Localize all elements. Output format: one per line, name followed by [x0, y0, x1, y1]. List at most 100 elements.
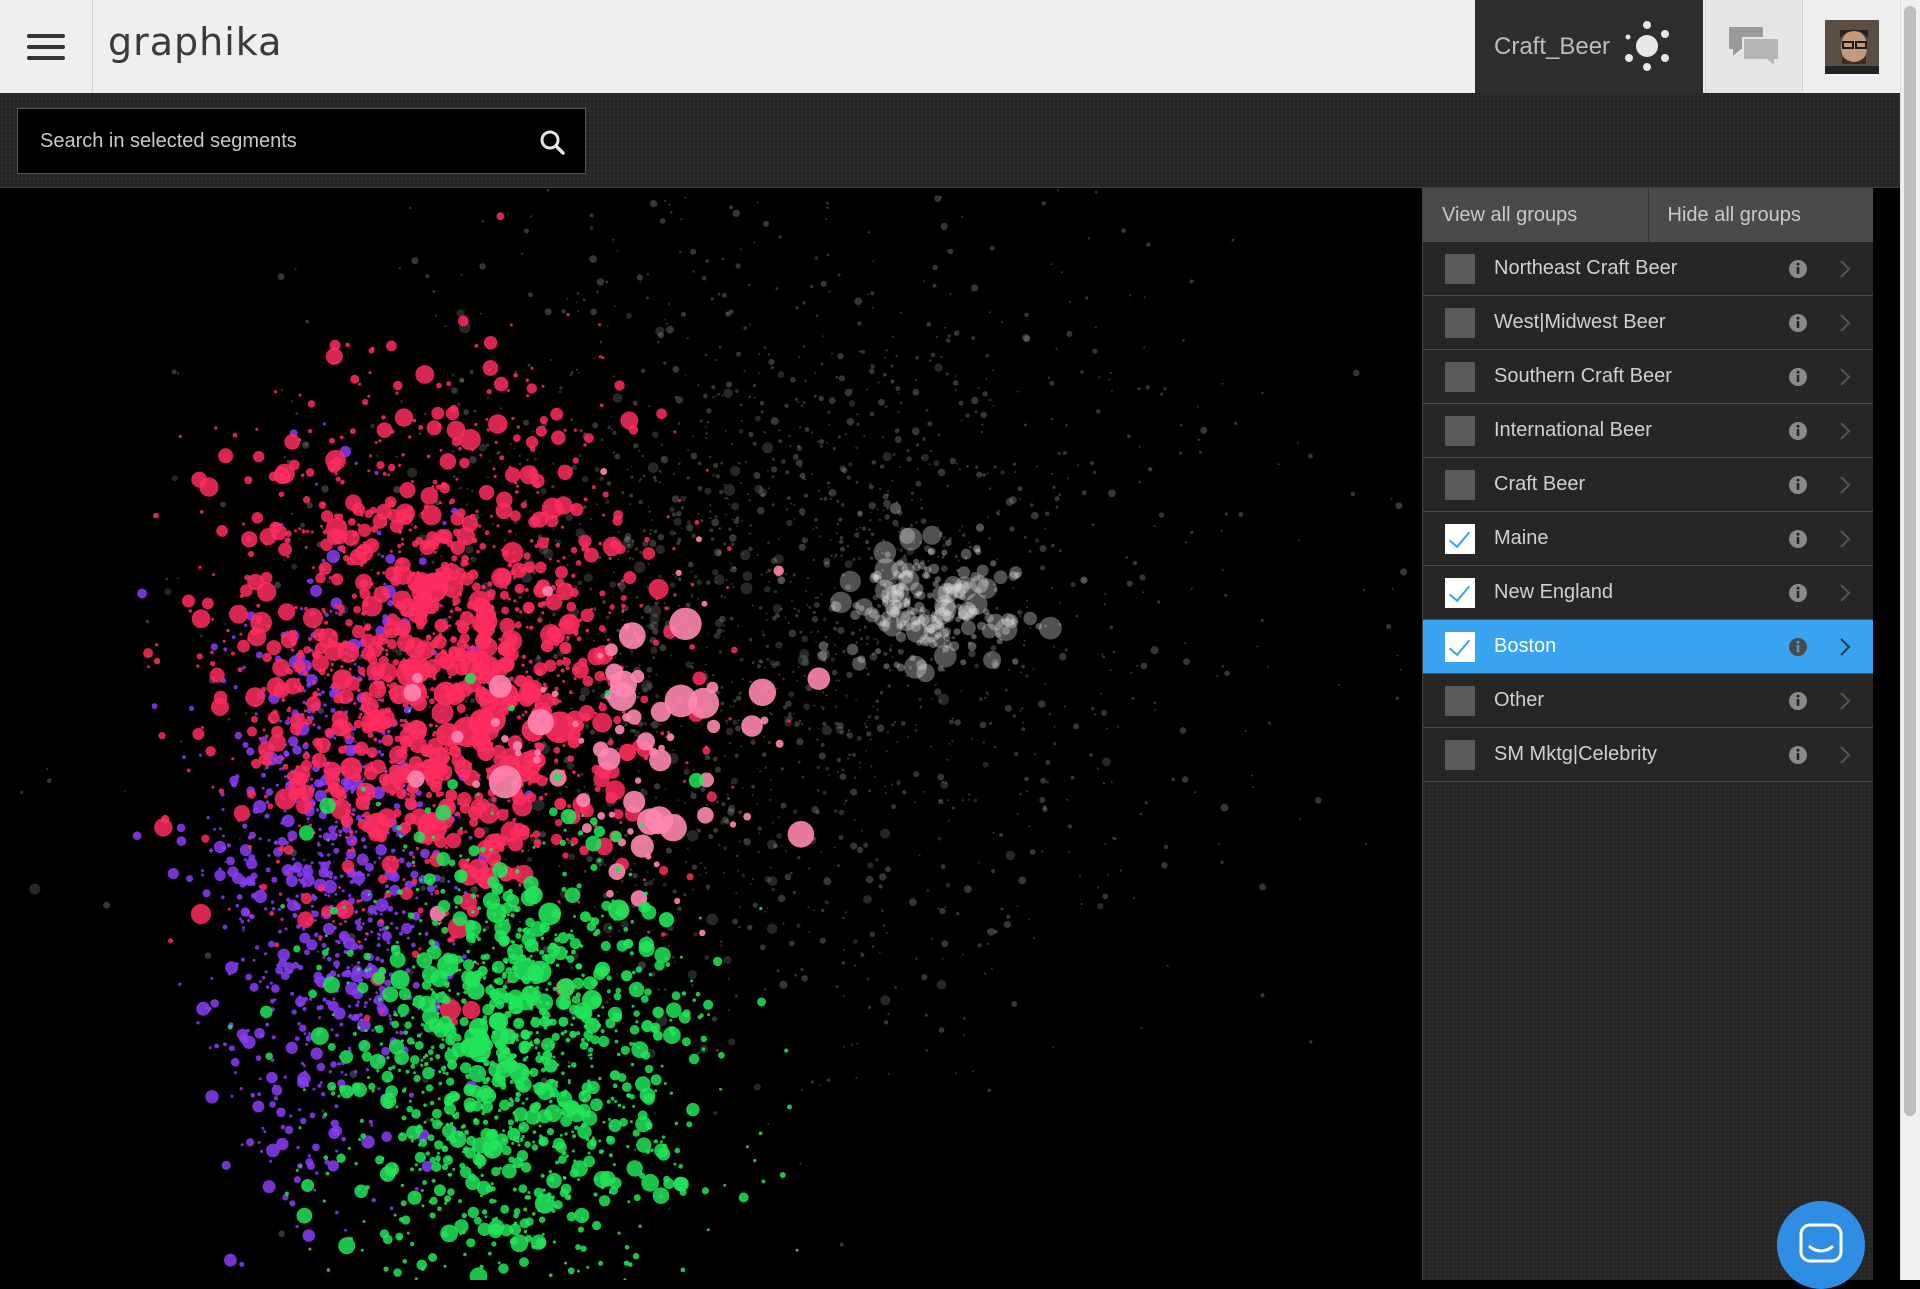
- red-node: [372, 542, 376, 547]
- scrollbar-thumb[interactable]: [1904, 6, 1916, 1116]
- gray-node: [1089, 753, 1093, 757]
- gray-node: [833, 809, 838, 813]
- purple-node: [348, 853, 352, 857]
- red-node: [560, 525, 565, 529]
- red-node: [370, 525, 379, 533]
- purple-node: [297, 964, 304, 971]
- network-map-canvas[interactable]: [0, 189, 1422, 1280]
- red-node: [380, 1009, 384, 1014]
- gray-node: [801, 1088, 804, 1091]
- gray-node: [692, 435, 695, 438]
- gray-node: [932, 283, 937, 288]
- purple-node: [273, 998, 277, 1002]
- gray-node: [934, 688, 942, 696]
- gray-node: [855, 698, 858, 701]
- gray-node: [720, 820, 725, 825]
- gray-node: [307, 821, 310, 824]
- purple-node: [395, 926, 399, 930]
- red-node: [452, 637, 456, 641]
- gray-node: [1171, 777, 1176, 782]
- gray-node: [785, 470, 790, 475]
- gray-node: [839, 773, 847, 780]
- search-input[interactable]: [18, 109, 585, 173]
- pink-node: [627, 828, 634, 835]
- purple-node: [355, 1003, 359, 1008]
- gray-node: [763, 346, 767, 349]
- gray-node: [518, 655, 521, 658]
- gray-node: [858, 628, 862, 632]
- app-logo[interactable]: graphika: [108, 20, 282, 64]
- gray-node: [458, 471, 461, 474]
- red-node: [331, 631, 337, 637]
- red-node: [545, 777, 549, 781]
- purple-node: [408, 850, 414, 857]
- red-node: [551, 430, 566, 445]
- red-node: [290, 712, 306, 729]
- user-menu[interactable]: [1802, 0, 1900, 93]
- purple-node: [410, 870, 419, 879]
- red-node: [218, 448, 234, 464]
- gray-node: [614, 656, 617, 659]
- purple-node: [401, 910, 406, 915]
- search-box[interactable]: [17, 108, 586, 174]
- red-node: [191, 609, 211, 629]
- gray-node: [926, 889, 930, 892]
- red-node: [186, 768, 191, 773]
- purple-node: [261, 772, 266, 778]
- gray-node: [641, 454, 644, 458]
- gray-node: [819, 439, 825, 445]
- red-node: [434, 618, 449, 633]
- gray-node: [470, 886, 478, 894]
- red-node: [398, 550, 402, 554]
- red-node: [558, 506, 562, 510]
- gray-node: [677, 577, 682, 581]
- project-tab[interactable]: Craft_Beer: [1475, 0, 1703, 93]
- purple-node: [316, 1062, 326, 1072]
- gray-node: [1062, 451, 1067, 455]
- red-node: [556, 674, 560, 678]
- gray-node: [996, 558, 999, 561]
- gray-node: [1179, 424, 1183, 427]
- gray-node: [220, 501, 226, 508]
- search-icon[interactable]: [539, 129, 565, 155]
- gray-node: [757, 850, 761, 854]
- pink-node: [604, 643, 618, 657]
- gray-node: [239, 837, 241, 840]
- gray-node: [1156, 600, 1161, 604]
- gray-node: [244, 711, 248, 715]
- red-node: [673, 430, 677, 434]
- red-node: [251, 512, 264, 524]
- gray-node: [861, 830, 864, 832]
- gray-node: [643, 881, 649, 887]
- red-node: [384, 675, 393, 683]
- gray-node: [888, 648, 893, 652]
- gray-node: [685, 766, 688, 770]
- gray-node: [29, 883, 41, 895]
- gray-node: [662, 458, 665, 460]
- purple-node: [389, 1017, 392, 1021]
- gray-node: [751, 661, 755, 665]
- gray-node: [728, 797, 731, 800]
- purple-node: [354, 461, 358, 465]
- gray-node: [376, 454, 379, 457]
- red-node: [353, 719, 363, 729]
- red-node: [218, 788, 225, 794]
- gray-node: [686, 829, 699, 842]
- red-node: [318, 935, 323, 940]
- gray-node: [937, 907, 940, 910]
- gray-node: [500, 407, 503, 410]
- gray-node: [961, 533, 966, 537]
- chat-button[interactable]: [1705, 0, 1801, 93]
- page-scrollbar[interactable]: [1900, 0, 1920, 1280]
- gray-node: [857, 556, 861, 560]
- menu-button[interactable]: [0, 0, 93, 93]
- red-node: [262, 756, 273, 767]
- gray-node: [819, 535, 822, 538]
- gray-node: [713, 548, 722, 557]
- purple-node: [379, 912, 383, 916]
- gray-node: [740, 745, 743, 748]
- gray-node: [955, 462, 958, 465]
- gray-node: [723, 542, 727, 546]
- network-map[interactable]: [0, 189, 1422, 1280]
- purple-node: [218, 867, 222, 871]
